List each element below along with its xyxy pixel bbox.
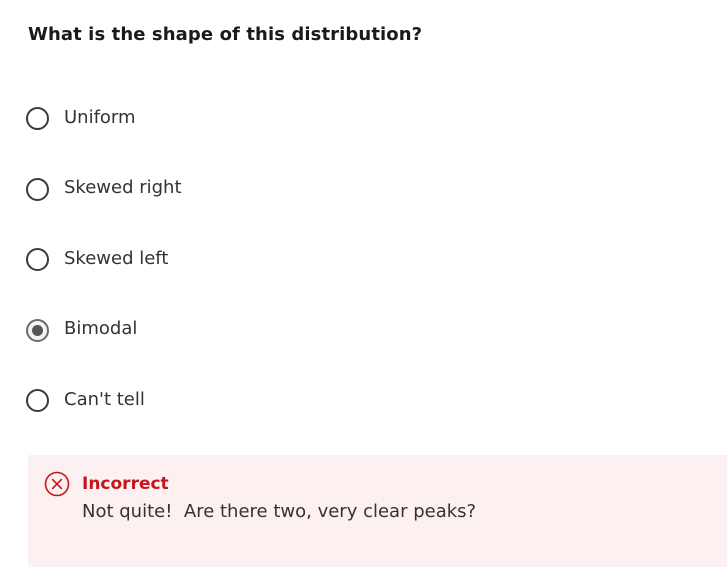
radio-button-skewed-right[interactable] (26, 177, 49, 201)
answer-options: Uniform Skewed right Skewed left Bimodal… (26, 97, 182, 450)
feedback-status: Incorrect (82, 474, 169, 494)
radio-button-cant-tell[interactable] (26, 389, 49, 413)
radio-button-skewed-left[interactable] (26, 248, 49, 272)
error-circle-x-icon (44, 471, 70, 497)
option-label: Bimodal (64, 318, 138, 340)
option-label: Uniform (64, 106, 136, 128)
quiz-page: What is the shape of this distribution? … (0, 0, 727, 576)
feedback-panel: Incorrect Not quite! Are there two, very… (28, 455, 727, 567)
option-cant-tell[interactable]: Can't tell (26, 379, 182, 419)
option-label: Can't tell (64, 388, 145, 410)
radio-button-bimodal-selected[interactable] (26, 318, 49, 342)
option-label: Skewed left (64, 247, 169, 269)
question-text: What is the shape of this distribution? (28, 24, 423, 45)
option-skewed-left[interactable]: Skewed left (26, 238, 182, 278)
option-bimodal[interactable]: Bimodal (26, 309, 182, 349)
option-uniform[interactable]: Uniform (26, 97, 182, 137)
feedback-message: Not quite! Are there two, very clear pea… (82, 501, 477, 522)
option-label: Skewed right (64, 177, 182, 199)
option-skewed-right[interactable]: Skewed right (26, 168, 182, 208)
radio-selected-dot (32, 324, 43, 336)
radio-button-uniform[interactable] (26, 107, 49, 130)
